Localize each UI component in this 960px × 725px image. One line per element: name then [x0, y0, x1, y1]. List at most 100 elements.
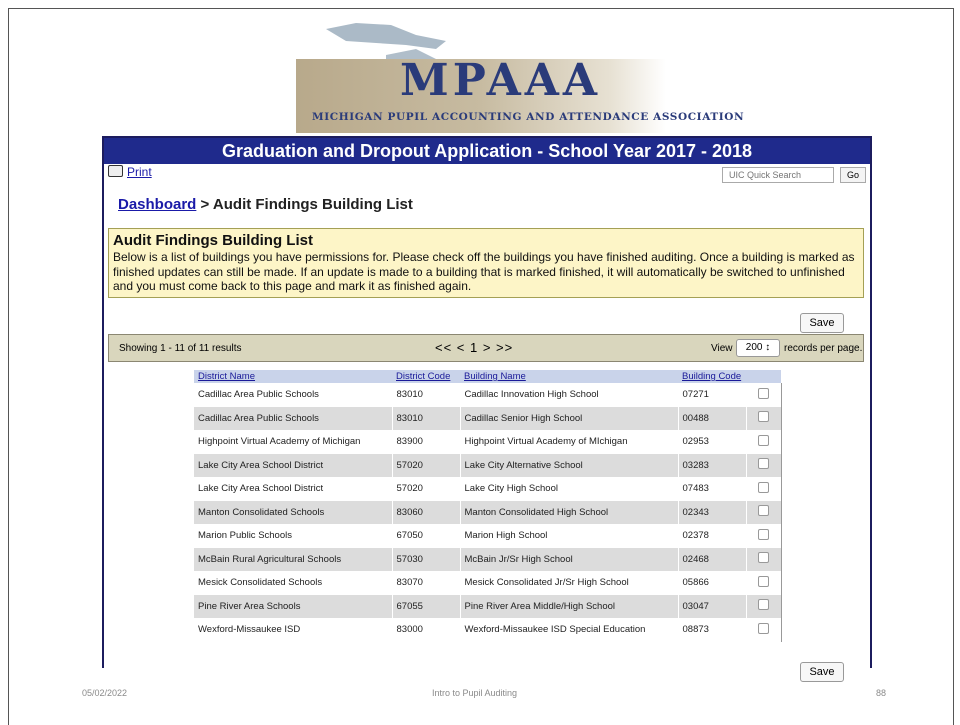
finished-cell — [746, 594, 782, 618]
breadcrumb-dashboard-link[interactable]: Dashboard — [118, 196, 196, 213]
district-name-cell: Lake City Area School District — [194, 453, 393, 477]
building-name-cell: Lake City Alternative School — [460, 453, 679, 477]
table-row: Wexford-Missaukee ISD 83000 Wexford-Missau… — [194, 618, 782, 642]
col-district-name[interactable]: District Name — [194, 370, 392, 383]
building-code-cell: 02378 — [678, 524, 747, 548]
district-name-cell: Pine River Area Schools — [194, 594, 393, 618]
finished-cell — [746, 571, 782, 595]
table-row: Lake City Area School District 57020 Lake … — [194, 453, 782, 477]
finished-checkbox[interactable] — [758, 411, 769, 423]
finished-checkbox[interactable] — [758, 387, 769, 399]
building-name-cell: Highpoint Virtual Academy of MIchigan — [460, 430, 679, 454]
printer-icon — [108, 165, 123, 177]
building-code-cell: 02953 — [678, 430, 747, 454]
finished-cell — [746, 547, 782, 571]
logo-subtitle: MICHIGAN PUPIL ACCOUNTING AND ATTENDANCE… — [312, 111, 745, 123]
col-building-code[interactable]: Building Code — [678, 370, 746, 383]
finished-checkbox[interactable] — [758, 458, 769, 470]
district-code-cell: 83000 — [392, 618, 461, 642]
info-title: Audit Findings Building List — [113, 232, 313, 249]
building-code-cell: 08873 — [678, 618, 747, 642]
breadcrumb-current: Audit Findings Building List — [212, 196, 413, 213]
footer-page-number: 88 — [876, 688, 887, 698]
table-row: Highpoint Virtual Academy of Michigan 839… — [194, 430, 782, 454]
finished-cell — [746, 406, 782, 430]
table-row: Manton Consolidated Schools 83060 Manton C… — [194, 500, 782, 524]
finished-checkbox[interactable] — [758, 481, 769, 493]
finished-cell — [746, 430, 782, 454]
go-button[interactable]: Go — [840, 167, 866, 183]
records-per-page-select[interactable]: 200 ↕ — [736, 339, 780, 357]
breadcrumb-separator: > — [196, 196, 213, 213]
results-count: Showing 1 - 11 of 11 results — [119, 343, 242, 354]
footer-date: 05/02/2022 — [82, 688, 128, 698]
finished-cell — [746, 618, 782, 642]
table-header-row: District Name District Code Building Nam… — [194, 370, 781, 383]
finished-cell — [746, 453, 782, 477]
finished-checkbox[interactable] — [758, 622, 769, 634]
building-name-cell: Cadillac Innovation High School — [460, 383, 679, 407]
district-name-cell: Cadillac Area Public Schools — [194, 383, 393, 407]
district-name-cell: Mesick Consolidated Schools — [194, 571, 393, 595]
print-link[interactable]: Print — [108, 165, 152, 179]
buildings-table: District Name District Code Building Nam… — [194, 370, 782, 642]
building-code-cell: 02343 — [678, 500, 747, 524]
district-code-cell: 67055 — [392, 594, 461, 618]
finished-checkbox[interactable] — [758, 434, 769, 446]
toolbar-row: Print Go — [104, 164, 870, 186]
district-name-cell: Lake City Area School District — [194, 477, 393, 501]
building-code-cell: 05866 — [678, 571, 747, 595]
district-code-cell: 83010 — [392, 383, 461, 407]
district-code-cell: 57020 — [392, 477, 461, 501]
district-code-cell: 83900 — [392, 430, 461, 454]
building-code-cell: 03283 — [678, 453, 747, 477]
district-code-cell: 83060 — [392, 500, 461, 524]
uic-quick-search-input[interactable] — [722, 167, 834, 183]
building-code-cell: 00488 — [678, 406, 747, 430]
district-name-cell: Manton Consolidated Schools — [194, 500, 393, 524]
finished-cell — [746, 383, 782, 407]
table-row: Mesick Consolidated Schools 83070 Mesick C… — [194, 571, 782, 595]
page-navigation[interactable]: << < 1 > >> — [435, 340, 513, 355]
finished-checkbox[interactable] — [758, 599, 769, 611]
save-button-bottom[interactable]: Save — [800, 662, 844, 682]
info-box: Audit Findings Building List Below is a … — [108, 228, 864, 298]
save-button-top[interactable]: Save — [800, 313, 844, 333]
footer-title: Intro to Pupil Auditing — [432, 688, 518, 698]
building-name-cell: Manton Consolidated High School — [460, 500, 679, 524]
building-code-cell: 07483 — [678, 477, 747, 501]
finished-cell — [746, 500, 782, 524]
table-row: Lake City Area School District 57020 Lake … — [194, 477, 782, 501]
table-body: Cadillac Area Public Schools 83010 Cadilla… — [194, 383, 782, 642]
district-name-cell: Cadillac Area Public Schools — [194, 406, 393, 430]
building-name-cell: Wexford-Missaukee ISD Special Education — [460, 618, 679, 642]
finished-checkbox[interactable] — [758, 505, 769, 517]
col-finished — [746, 370, 781, 383]
district-code-cell: 83070 — [392, 571, 461, 595]
building-name-cell: Marion High School — [460, 524, 679, 548]
app-header: Graduation and Dropout Application - Sch… — [104, 138, 870, 164]
building-name-cell: Mesick Consolidated Jr/Sr High School — [460, 571, 679, 595]
table-row: Pine River Area Schools 67055 Pine River A… — [194, 594, 782, 618]
finished-checkbox[interactable] — [758, 552, 769, 564]
col-building-name[interactable]: Building Name — [460, 370, 678, 383]
table-row: McBain Rural Agricultural Schools 57030 Mc… — [194, 547, 782, 571]
building-name-cell: Lake City High School — [460, 477, 679, 501]
building-code-cell: 03047 — [678, 594, 747, 618]
district-name-cell: Highpoint Virtual Academy of Michigan — [194, 430, 393, 454]
app-window: Graduation and Dropout Application - Sch… — [102, 136, 872, 682]
finished-cell — [746, 524, 782, 548]
table-row: Cadillac Area Public Schools 83010 Cadilla… — [194, 383, 782, 407]
district-code-cell: 57020 — [392, 453, 461, 477]
building-code-cell: 02468 — [678, 547, 747, 571]
building-name-cell: Cadillac Senior High School — [460, 406, 679, 430]
pager-bar: Showing 1 - 11 of 11 results << < 1 > >>… — [108, 334, 864, 362]
district-name-cell: Marion Public Schools — [194, 524, 393, 548]
finished-checkbox[interactable] — [758, 575, 769, 587]
building-name-cell: McBain Jr/Sr High School — [460, 547, 679, 571]
district-name-cell: McBain Rural Agricultural Schools — [194, 547, 393, 571]
view-label: View — [711, 343, 733, 354]
print-label: Print — [127, 165, 152, 179]
finished-checkbox[interactable] — [758, 528, 769, 540]
col-district-code[interactable]: District Code — [392, 370, 460, 383]
